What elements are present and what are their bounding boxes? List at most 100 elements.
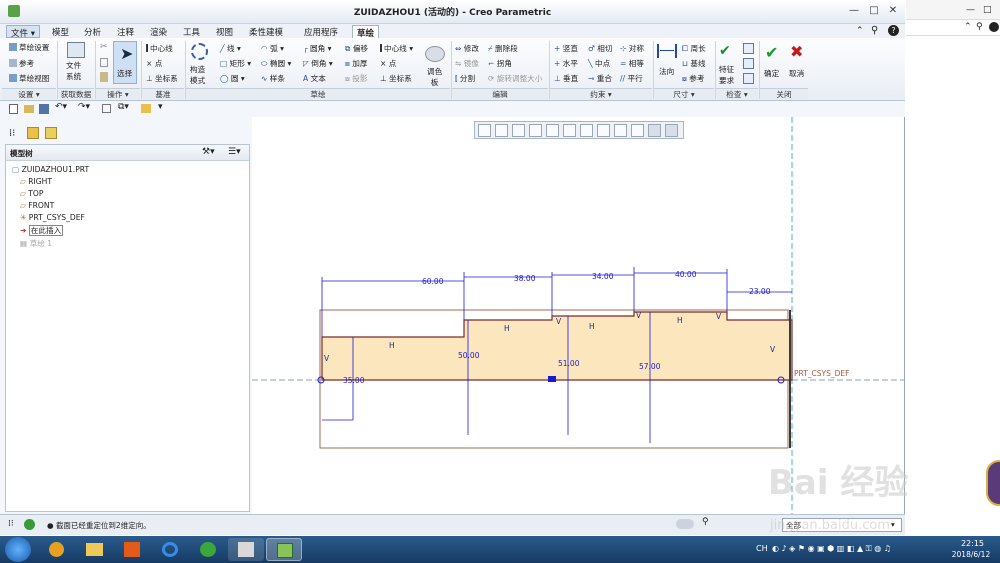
normal-dimension-button[interactable]: 法向: [659, 66, 674, 77]
favorites-tab-icon[interactable]: [45, 127, 57, 139]
tab-flexible-modeling[interactable]: 柔性建模: [245, 25, 287, 38]
group-edit[interactable]: 编辑: [452, 88, 548, 99]
new-icon[interactable]: [9, 104, 18, 114]
dim-60[interactable]: 60.00: [422, 277, 443, 286]
find-icon[interactable]: ⚲: [702, 517, 709, 527]
arc-button[interactable]: ◠ 弧 ▾: [261, 43, 284, 54]
mirror-button[interactable]: ⇋ 镜像: [455, 58, 479, 69]
taskbar-app-1[interactable]: [38, 538, 74, 561]
divide-button[interactable]: ⫿ 分割: [455, 73, 475, 84]
tab-tools[interactable]: 工具: [179, 25, 204, 38]
baseline-button[interactable]: ⊔ 基线: [682, 58, 706, 69]
overlapping-geometry-icon[interactable]: [743, 43, 754, 54]
tree-settings-icon[interactable]: ⚒▾: [202, 147, 215, 157]
display-style-icon[interactable]: [546, 124, 559, 137]
taskbar-app-5[interactable]: [190, 538, 226, 561]
cancel-button[interactable]: 取消: [789, 68, 804, 79]
midpoint-constraint-button[interactable]: ╲ 中点: [588, 58, 610, 69]
model-tree-tab-icon[interactable]: ⁞⁝: [9, 128, 15, 139]
tree-item-top[interactable]: ▱ TOP: [20, 189, 43, 198]
chamfer-button[interactable]: ◸ 倒角 ▾: [303, 58, 333, 69]
start-button[interactable]: [5, 537, 31, 562]
tree-item-sketch[interactable]: ▦ 草绘 1: [20, 238, 52, 249]
browser-toggle-icon[interactable]: [24, 519, 35, 530]
taskbar-explorer[interactable]: [76, 538, 112, 561]
thicken-button[interactable]: ⧈ 加厚: [345, 58, 367, 69]
taskbar-media[interactable]: [114, 538, 150, 561]
tangent-constraint-button[interactable]: ♂ 相切: [588, 43, 612, 54]
dim-34[interactable]: 34.00: [592, 272, 613, 281]
construction-mode-button[interactable]: 构造 模式: [190, 64, 205, 86]
bg-minimize-icon[interactable]: —: [966, 5, 975, 15]
taskbar-paint[interactable]: [228, 538, 264, 561]
zoom-out-icon[interactable]: [512, 124, 525, 137]
tab-render[interactable]: 渲染: [146, 25, 171, 38]
shade-closed-loops-icon[interactable]: [743, 73, 754, 84]
floating-assistant-icon[interactable]: [986, 460, 1000, 506]
annotation-display-icon[interactable]: [631, 124, 644, 137]
clock-time[interactable]: 22:15: [950, 539, 995, 548]
parallel-constraint-button[interactable]: // 平行: [620, 73, 643, 84]
dim-35[interactable]: 35.00: [343, 376, 364, 385]
undo-icon[interactable]: ↶▾: [55, 102, 67, 112]
tree-item-insert-here[interactable]: ➔ 在此插入: [20, 225, 64, 236]
tab-applications[interactable]: 应用程序: [300, 25, 342, 38]
rectangle-button[interactable]: □ 矩形 ▾: [220, 58, 251, 69]
windows-icon[interactable]: ⧉▾: [118, 102, 129, 112]
clock-date[interactable]: 2018/6/12: [946, 550, 996, 559]
tab-analysis[interactable]: 分析: [80, 25, 105, 38]
sketch-setup-button[interactable]: 草绘设置: [9, 42, 49, 53]
spline-button[interactable]: ∿ 样条: [261, 73, 285, 84]
group-get-data[interactable]: 获取数据: [58, 88, 94, 99]
circle-button[interactable]: ◯ 圆 ▾: [220, 73, 245, 84]
select-button[interactable]: ➤ 选择: [113, 41, 137, 84]
group-close[interactable]: 关闭: [760, 88, 808, 99]
taskbar-app-4[interactable]: [152, 538, 188, 561]
reference-dim-button[interactable]: ⧇ 参考: [682, 73, 704, 84]
minimize-button[interactable]: —: [848, 5, 860, 17]
minimize-ribbon-icon[interactable]: ⌃: [856, 26, 864, 36]
dim-51[interactable]: 51.00: [558, 359, 579, 368]
open-icon[interactable]: [24, 105, 34, 113]
modify-button[interactable]: ⇔ 修改: [455, 43, 479, 54]
group-datum[interactable]: 基准: [142, 88, 184, 99]
tray-icons[interactable]: ◐ ♪ ◈ ⚑ ◉ ▣ ⬢ ▥ ◧ ▲ ⚿ ◍ ♫: [772, 544, 891, 554]
spin-center-icon[interactable]: [614, 124, 627, 137]
highlight-open-ends-icon[interactable]: [743, 58, 754, 69]
palette-button[interactable]: 调色 板: [427, 66, 442, 88]
ellipse-button[interactable]: ⬭ 椭圆 ▾: [261, 58, 291, 69]
folder-browser-tab-icon[interactable]: [27, 127, 39, 139]
datum-csys-button[interactable]: ⊥ 坐标系: [146, 73, 178, 84]
sketch-display-filters-icon[interactable]: [648, 124, 661, 137]
perpendicular-constraint-button[interactable]: ⊥ 垂直: [554, 73, 578, 84]
group-inspect[interactable]: 检查 ▾: [716, 88, 758, 99]
refit-icon[interactable]: [478, 124, 491, 137]
tree-item-front[interactable]: ▱ FRONT: [20, 201, 54, 210]
fillet-button[interactable]: ╭ 圆角 ▾: [303, 43, 331, 54]
perimeter-button[interactable]: ⧠ 周长: [682, 43, 706, 54]
bg-search-icon[interactable]: ⚲: [976, 22, 983, 32]
input-language[interactable]: CH: [756, 544, 768, 553]
redo-icon[interactable]: ↷▾: [78, 102, 90, 112]
sketch-view-button[interactable]: 草绘视图: [9, 73, 49, 84]
tree-filter-icon[interactable]: ☰▾: [228, 147, 241, 157]
tree-toggle-icon[interactable]: ⁞⁝: [8, 519, 14, 529]
saved-orientations-icon[interactable]: [563, 124, 576, 137]
vertical-constraint-button[interactable]: + 竖直: [554, 43, 578, 54]
cut-icon[interactable]: ✂: [100, 42, 108, 52]
ok-button[interactable]: 确定: [764, 68, 779, 79]
datum-centerline-button[interactable]: 中心线: [146, 43, 173, 54]
datum-point-button[interactable]: × 点: [146, 58, 162, 69]
equal-constraint-button[interactable]: = 相等: [620, 58, 644, 69]
close-window-icon[interactable]: [141, 104, 151, 113]
dim-23[interactable]: 23.00: [749, 287, 770, 296]
symmetric-constraint-button[interactable]: ⊹ 对称: [620, 43, 644, 54]
reference-button[interactable]: 参考: [9, 58, 34, 69]
group-constrain[interactable]: 约束 ▾: [550, 88, 652, 99]
coincident-constraint-button[interactable]: ⊸ 重合: [588, 73, 612, 84]
group-sketch[interactable]: 草绘: [186, 88, 450, 99]
dim-57[interactable]: 57.00: [639, 362, 660, 371]
feature-requirements-button[interactable]: 特征 要求: [719, 64, 734, 86]
bg-close-icon[interactable]: □: [983, 5, 992, 15]
group-dimension[interactable]: 尺寸 ▾: [654, 88, 714, 99]
